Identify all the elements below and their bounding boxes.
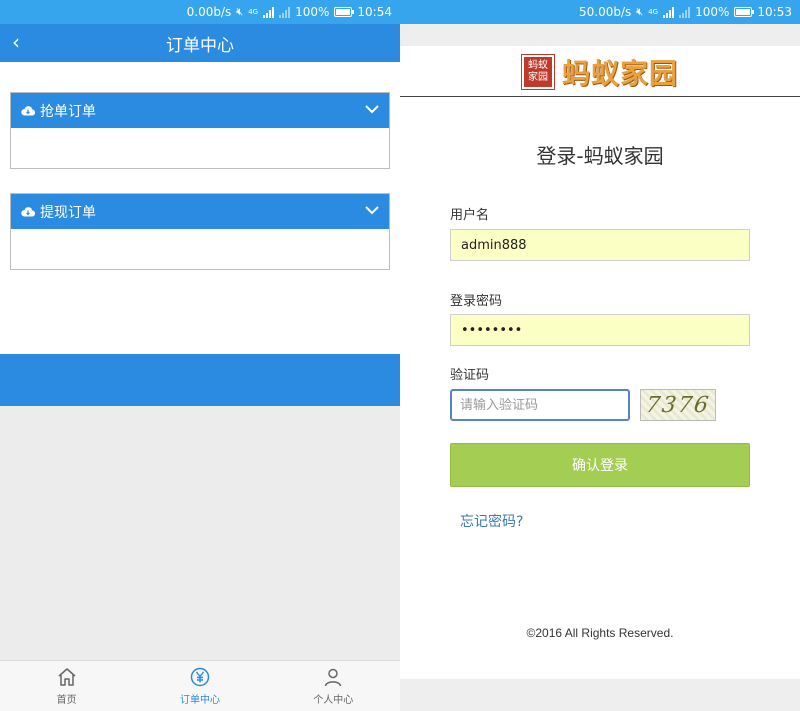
logo-text: 蚂蚁家园 — [561, 56, 678, 90]
mute-icon: 🔇︎ — [236, 5, 244, 18]
mute-icon: 🔇︎ — [636, 5, 644, 18]
yen-circle-icon — [190, 667, 210, 687]
tab-profile[interactable]: 个人中心 — [267, 661, 400, 711]
logo-mark: 蚂蚁家园 — [520, 53, 555, 90]
captcha-label: 验证码 — [450, 368, 490, 383]
username-input[interactable] — [450, 229, 750, 261]
tab-home-label: 首页 — [56, 695, 77, 706]
orders-content: 抢单订单 提现订单 — [0, 62, 400, 354]
copyright-footer: ©2016 All Rights Reserved. — [526, 626, 674, 640]
signal-secondary-icon — [679, 6, 691, 18]
battery-icon — [734, 7, 755, 17]
top-gray-strip — [400, 24, 800, 46]
withdraw-orders-body — [11, 229, 389, 269]
bottom-gray-strip — [400, 679, 800, 711]
login-button[interactable]: 确认登录 — [450, 443, 750, 487]
battery-level: 100% — [695, 5, 730, 19]
captcha-image[interactable]: 7376 — [640, 389, 716, 421]
withdraw-orders-title: 提现订单 — [40, 204, 96, 221]
username-label: 用户名 — [450, 208, 490, 223]
login-screen: 50.00b/s 🔇︎ 4G 100% 10:53 蚂蚁家园 蚂蚁家园 登录-蚂… — [400, 0, 800, 711]
clock: 10:53 — [757, 5, 792, 19]
network-type: 4G — [248, 8, 259, 16]
battery-level: 100% — [295, 5, 330, 19]
signal-icon — [663, 6, 675, 18]
login-heading: 登录-蚂蚁家园 — [536, 144, 664, 168]
tab-order-center-label: 订单中心 — [179, 695, 220, 706]
captcha-input[interactable] — [450, 389, 630, 421]
grab-orders-title: 抢单订单 — [40, 103, 96, 120]
password-input[interactable] — [450, 314, 750, 346]
grab-orders-panel: 抢单订单 — [10, 92, 390, 169]
tab-home[interactable]: 首页 — [0, 661, 133, 711]
network-speed: 50.00b/s — [579, 5, 632, 19]
cloud-download-icon — [21, 105, 35, 116]
tab-profile-label: 个人中心 — [313, 695, 354, 706]
tab-order-center[interactable]: 订单中心 — [133, 661, 266, 711]
bottom-tab-bar: 首页 订单中心 个人中心 — [0, 660, 400, 711]
withdraw-orders-header[interactable]: 提现订单 — [11, 194, 389, 229]
home-icon — [58, 668, 76, 686]
forgot-password-link[interactable]: 忘记密码? — [460, 511, 523, 531]
header-bar: ‹ 订单中心 — [0, 24, 400, 62]
signal-secondary-icon — [279, 6, 291, 18]
grab-orders-header[interactable]: 抢单订单 — [11, 93, 389, 128]
signal-icon — [263, 6, 275, 18]
status-bar: 0.00b/s 🔇︎ 4G 100% 10:54 — [0, 0, 400, 24]
network-type: 4G — [648, 8, 659, 16]
clock: 10:54 — [357, 5, 392, 19]
order-center-screen: 0.00b/s 🔇︎ 4G 100% 10:54 ‹ 订单中心 抢单订单 提现订… — [0, 0, 400, 711]
password-label: 登录密码 — [450, 294, 503, 309]
network-speed: 0.00b/s — [186, 5, 232, 19]
back-chevron-icon[interactable]: ‹ — [6, 30, 26, 54]
battery-icon — [334, 7, 355, 17]
captcha-code: 7376 — [644, 392, 712, 418]
blue-band — [0, 354, 400, 406]
status-bar: 50.00b/s 🔇︎ 4G 100% 10:53 — [400, 0, 800, 24]
page-title: 订单中心 — [166, 35, 234, 56]
chevron-down-icon — [365, 206, 379, 215]
withdraw-orders-panel: 提现订单 — [10, 193, 390, 270]
grab-orders-body — [11, 128, 389, 168]
chevron-down-icon — [365, 105, 379, 114]
logo-header: 蚂蚁家园 蚂蚁家园 — [400, 47, 800, 97]
user-icon — [325, 668, 342, 687]
cloud-download-icon — [21, 206, 35, 217]
